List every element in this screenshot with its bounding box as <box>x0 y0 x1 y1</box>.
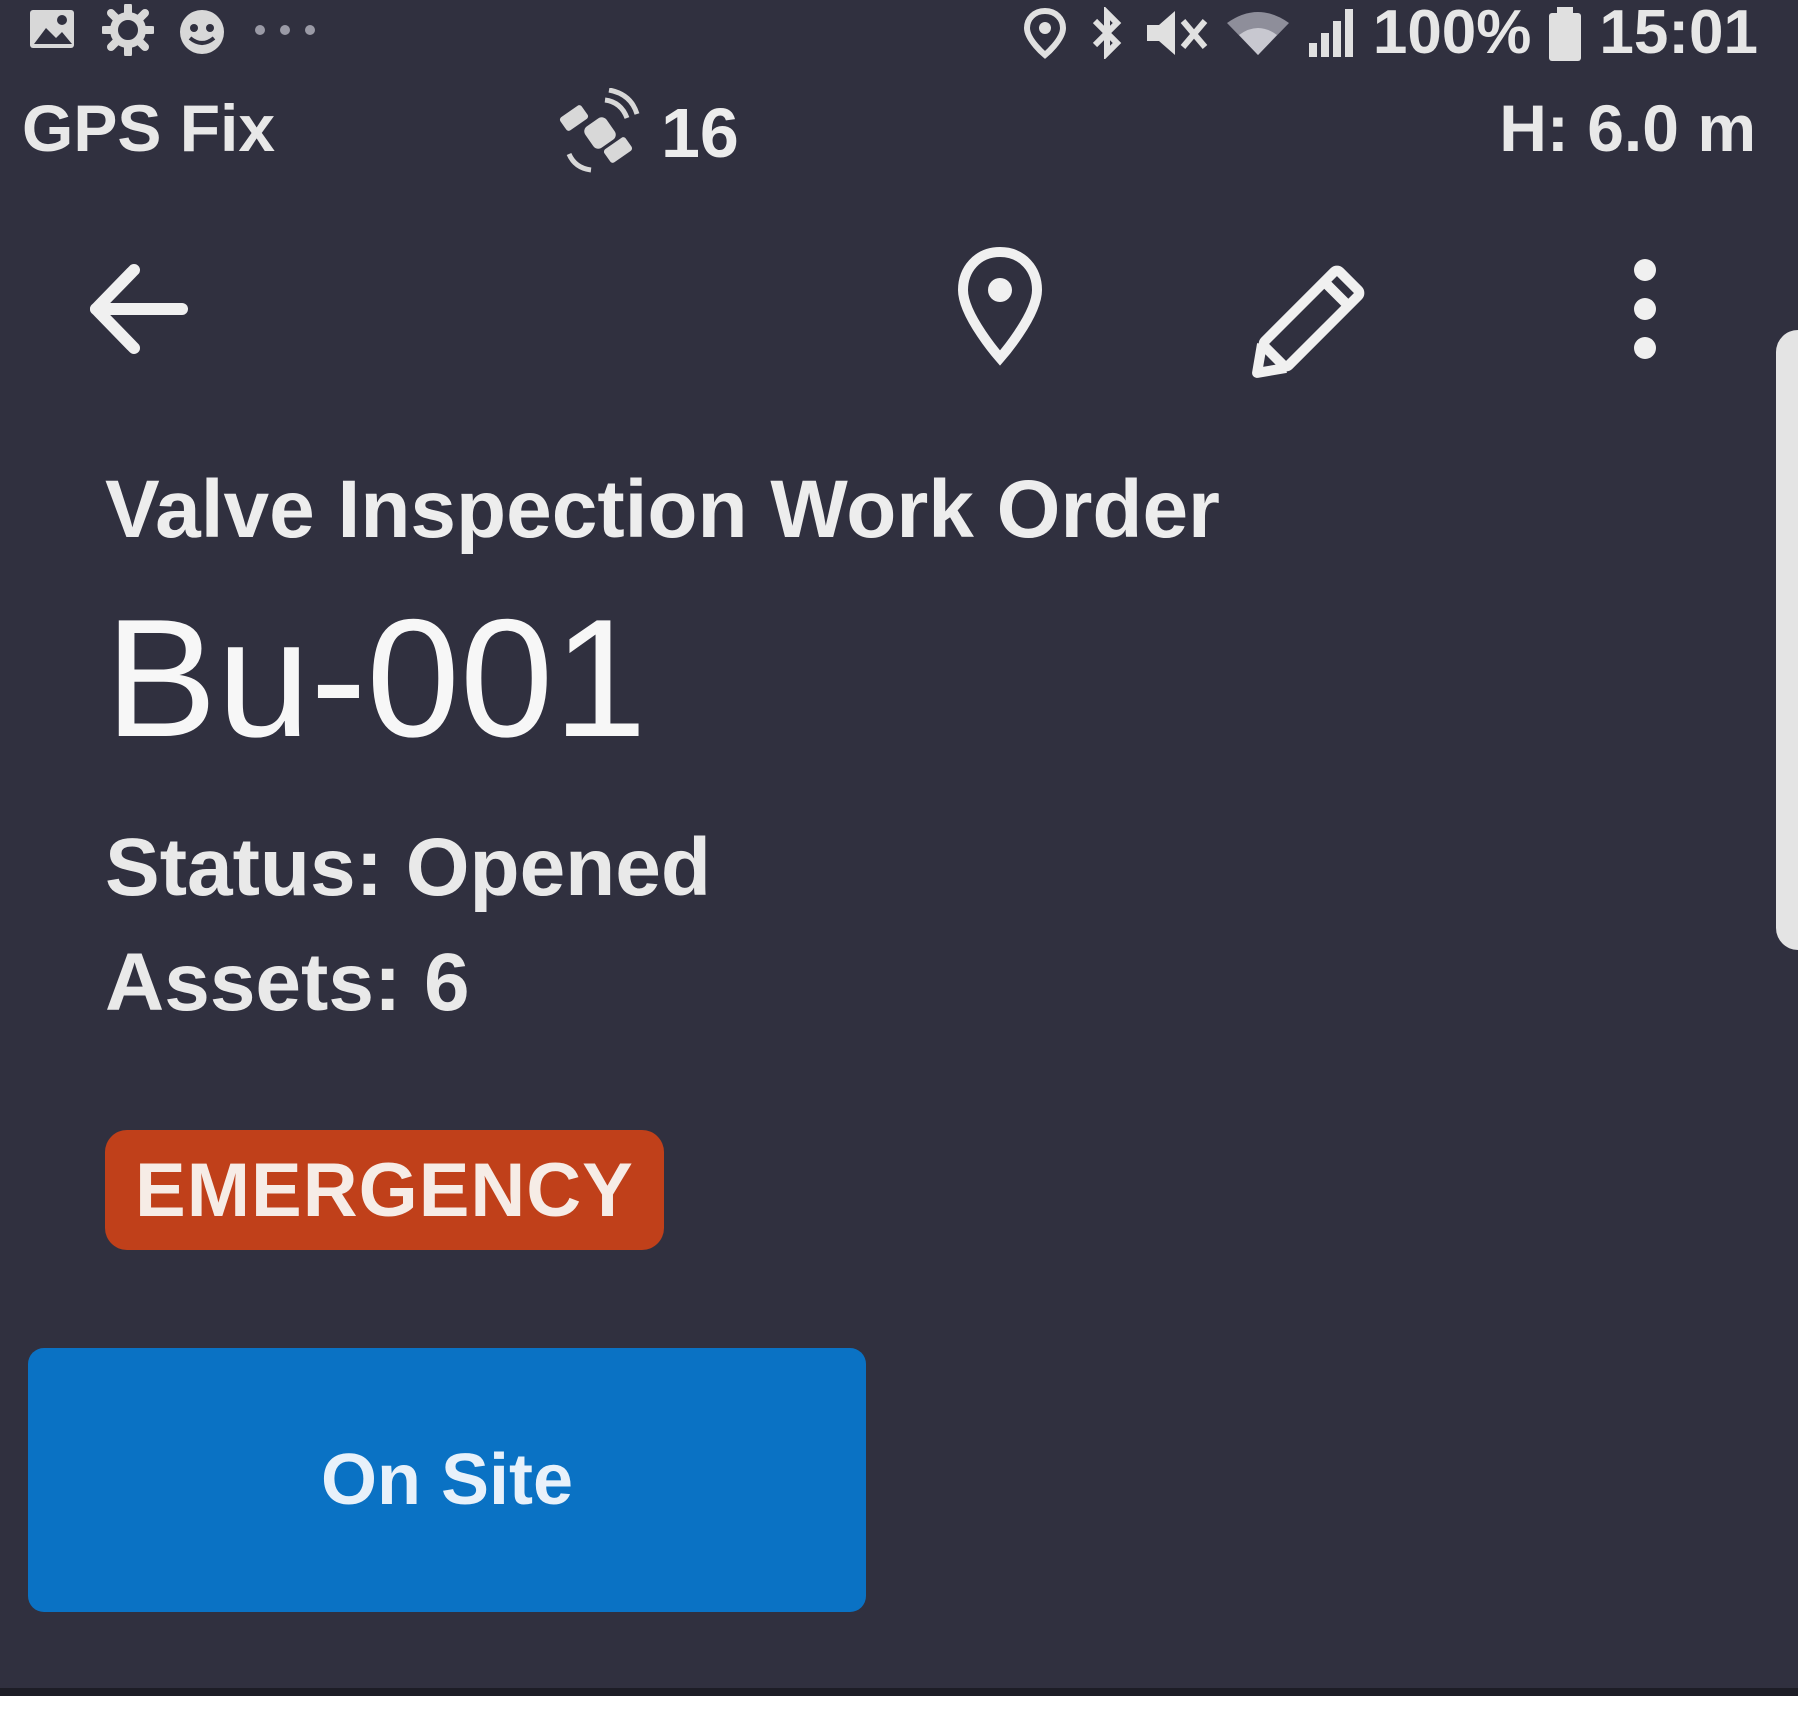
bottom-divider <box>0 1688 1798 1696</box>
on-site-button[interactable]: On Site <box>28 1348 866 1612</box>
smiley-icon <box>176 4 228 56</box>
status-bar: 100% 15:01 <box>0 0 1798 70</box>
wifi-icon <box>1225 7 1291 59</box>
status-bar-notifications <box>28 2 320 58</box>
mute-icon <box>1143 7 1209 59</box>
more-options-button[interactable] <box>1605 244 1685 374</box>
image-icon <box>28 4 80 56</box>
battery-icon <box>1547 7 1583 61</box>
battery-percent: 100% <box>1372 0 1532 67</box>
clock-time: 15:01 <box>1599 0 1758 67</box>
bluetooth-icon <box>1087 5 1127 61</box>
location-pin-icon <box>1019 7 1071 59</box>
show-on-map-button[interactable] <box>940 236 1060 376</box>
settings-cog-icon <box>100 2 156 58</box>
work-order-assets: Assets: 6 <box>105 937 470 1028</box>
pencil-icon <box>1252 265 1365 378</box>
top-app-bar <box>0 230 1798 390</box>
signal-icon <box>1307 7 1357 59</box>
satellite-icon <box>555 87 645 178</box>
priority-badge: EMERGENCY <box>105 1130 664 1250</box>
edit-button[interactable] <box>1240 230 1400 390</box>
work-order-status: Status: Opened <box>105 822 711 913</box>
side-drawer-handle[interactable] <box>1776 330 1798 950</box>
work-order-id: Bu-001 <box>105 584 647 772</box>
bottom-edge <box>0 1696 1798 1719</box>
height-readout: H: 6.0 m <box>1499 91 1756 165</box>
more-dots-icon <box>250 4 320 56</box>
satellite-group: 16 <box>555 87 739 178</box>
arrow-left-icon <box>90 264 188 354</box>
map-pin-icon <box>957 246 1043 366</box>
gps-status-row: GPS Fix 16 H: 6.0 m <box>0 80 1798 173</box>
satellite-count: 16 <box>661 94 739 172</box>
status-bar-system: 100% 15:01 <box>1019 2 1758 64</box>
work-order-meta: Status: Opened Assets: 6 <box>105 810 1605 1040</box>
work-order-type: Valve Inspection Work Order <box>105 464 1220 555</box>
gps-fix-label: GPS Fix <box>22 91 276 165</box>
app-screen: 100% 15:01 GPS Fix 16 H: 6.0 m Valve Ins… <box>0 0 1798 1719</box>
back-button[interactable] <box>72 244 202 374</box>
vertical-dots-icon <box>1634 259 1656 359</box>
work-order-details: Valve Inspection Work Order Bu-001 Statu… <box>105 460 1605 1040</box>
